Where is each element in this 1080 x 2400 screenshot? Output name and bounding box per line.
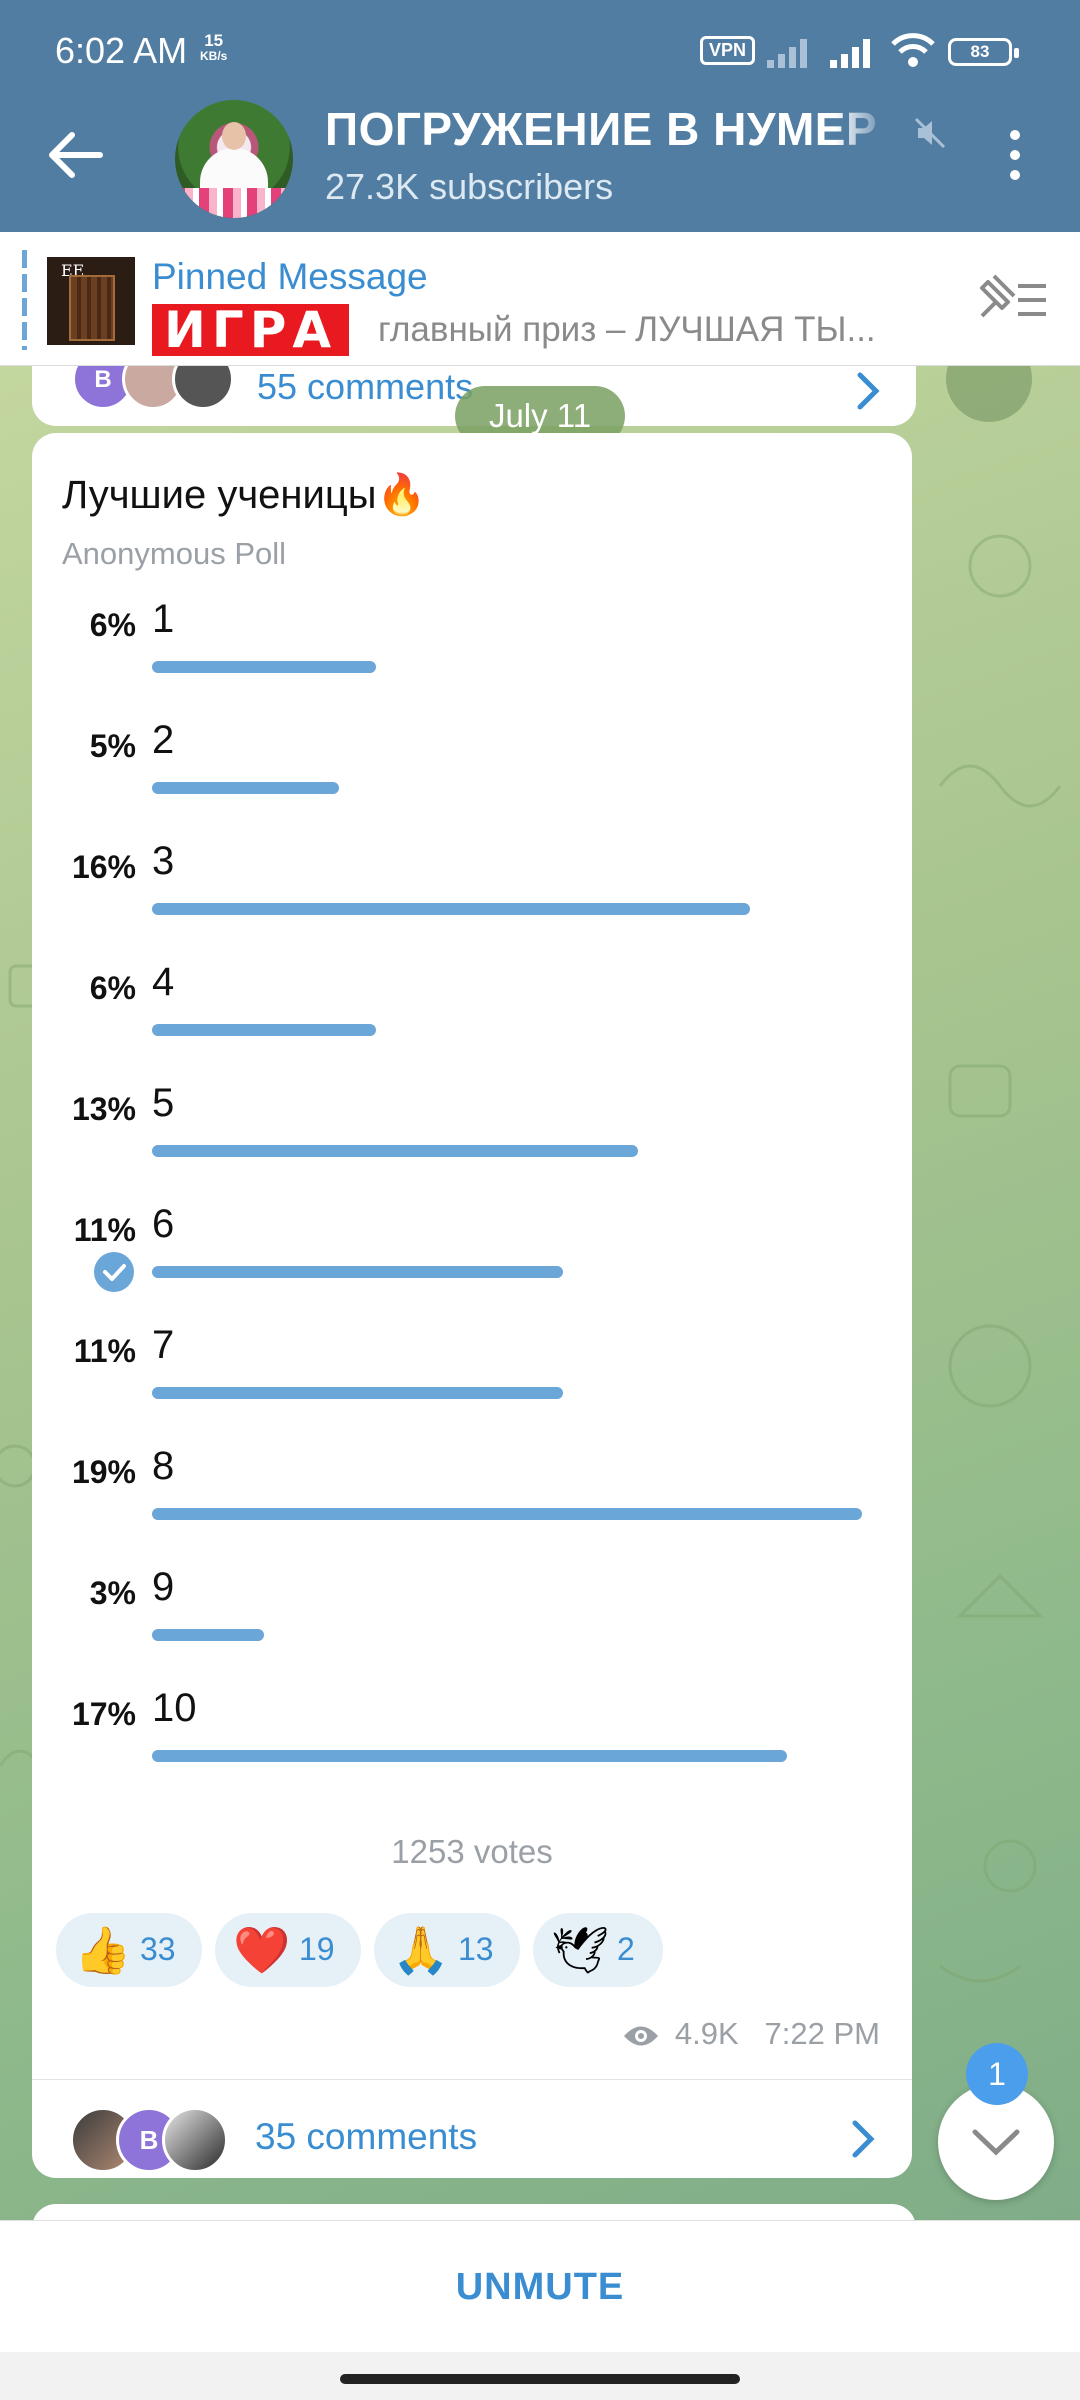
chevron-right-icon[interactable] xyxy=(850,2119,876,2159)
network-speed-value: 15 xyxy=(204,31,224,50)
poll-option-label: 9 xyxy=(152,1565,175,1609)
pinned-message-bar[interactable]: EE Pinned Message ИГРА главный приз – ЛУ… xyxy=(0,232,1080,366)
poll-option-percent: 11% xyxy=(73,1212,136,1248)
poll-option-percent: 19% xyxy=(71,1454,136,1490)
poll-option[interactable]: 13% 5 xyxy=(32,1067,912,1188)
poll-option-bar xyxy=(152,903,750,915)
poll-option-label: 1 xyxy=(152,597,175,641)
reaction-count: 33 xyxy=(140,1931,176,1967)
unread-badge: 1 xyxy=(966,2043,1028,2105)
channel-avatar[interactable] xyxy=(175,100,293,218)
reaction-count: 19 xyxy=(299,1931,335,1967)
poll-option-bar xyxy=(152,1145,638,1157)
subscriber-count: 27.3K subscribers xyxy=(325,166,614,207)
signal-icon-sim1 xyxy=(767,39,807,68)
home-indicator[interactable] xyxy=(340,2374,740,2384)
more-menu-icon[interactable] xyxy=(1000,130,1030,190)
previous-comments-link[interactable]: 55 comments xyxy=(257,366,473,408)
chosen-check-icon xyxy=(94,1252,134,1292)
poll-option-label: 10 xyxy=(152,1686,197,1730)
poll-option-percent: 5% xyxy=(89,728,136,764)
poll-option-percent: 17% xyxy=(71,1696,136,1732)
reaction-dove[interactable]: 🕊 2 xyxy=(533,1913,663,1987)
poll-question: Лучшие ученицы🔥 xyxy=(62,473,427,517)
poll-option[interactable]: 5% 2 xyxy=(32,704,912,825)
poll-option-percent: 3% xyxy=(89,1575,136,1611)
pinned-list-icon[interactable] xyxy=(974,272,1050,328)
post-time: 7:22 PM xyxy=(764,2016,880,2051)
wifi-icon xyxy=(891,33,935,67)
poll-option-percent: 11% xyxy=(73,1333,136,1369)
poll-option[interactable]: 11% 7 xyxy=(32,1309,912,1430)
poll-option-label: 5 xyxy=(152,1081,175,1125)
reaction-pray[interactable]: 🙏 13 xyxy=(374,1913,520,1987)
poll-option-label: 4 xyxy=(152,960,175,1004)
reaction-heart[interactable]: ❤️ 19 xyxy=(215,1913,361,1987)
reaction-count: 2 xyxy=(617,1931,635,1967)
commenter-avatar xyxy=(162,2107,228,2173)
poll-option[interactable]: 6% 4 xyxy=(32,946,912,1067)
poll-option-label: 2 xyxy=(152,718,175,762)
pinned-thumbnail: EE xyxy=(47,257,135,345)
poll-option-label: 6 xyxy=(152,1202,175,1246)
poll-option-bar xyxy=(152,1629,264,1641)
poll-option-bar xyxy=(152,1750,787,1762)
poll-option-label: 8 xyxy=(152,1444,175,1488)
pinned-title: Pinned Message xyxy=(152,256,428,297)
poll-option-label: 3 xyxy=(152,839,175,883)
poll-option-percent: 13% xyxy=(71,1091,136,1127)
vpn-icon: VPN xyxy=(700,36,756,65)
status-time: 6:02 AM xyxy=(55,30,188,71)
thumbs-up-icon: 👍 xyxy=(74,1924,132,1976)
signal-icon-sim2 xyxy=(830,39,870,68)
network-speed-unit: KB/s xyxy=(200,49,228,63)
poll-option-bar xyxy=(152,1508,862,1520)
poll-option[interactable]: 6% 1 xyxy=(32,583,912,704)
status-bar: 6:02 AM 15 KB/s VPN 83 xyxy=(0,0,1080,100)
pray-icon: 🙏 xyxy=(392,1924,450,1976)
bottom-bar: UNMUTE xyxy=(0,2220,1080,2352)
dove-icon: 🕊 xyxy=(551,1924,610,1976)
poll-vote-count: 1253 votes xyxy=(391,1833,553,1870)
reaction-thumbs-up[interactable]: 👍 33 xyxy=(56,1913,202,1987)
poll-type: Anonymous Poll xyxy=(62,536,287,571)
pinned-preview: главный приз – ЛУЧШАЯ ТЫ... xyxy=(378,310,876,349)
poll-option-percent: 16% xyxy=(71,849,136,885)
comments-link[interactable]: 35 comments xyxy=(255,2116,477,2158)
poll-option[interactable]: 3% 9 xyxy=(32,1551,912,1672)
commenter-avatar xyxy=(172,366,234,410)
commenter-avatars: В xyxy=(70,2107,240,2175)
network-speed: 15 KB/s xyxy=(200,32,227,63)
poll-option-bar xyxy=(152,1024,376,1036)
next-post xyxy=(32,2204,916,2220)
chevron-down-icon xyxy=(972,2129,1020,2156)
app-header: 6:02 AM 15 KB/s VPN 83 ПОГРУЖЕНИЕ В НУМЕ… xyxy=(0,0,1080,232)
poll-option[interactable]: 11% 6 xyxy=(32,1188,912,1309)
chevron-right-icon xyxy=(857,372,880,410)
battery-icon: 83 xyxy=(948,38,1019,66)
poll-option-percent: 6% xyxy=(89,970,136,1006)
poll-option[interactable]: 16% 3 xyxy=(32,825,912,946)
poll-option-bar xyxy=(152,1387,563,1399)
poll-option[interactable]: 19% 8 xyxy=(32,1430,912,1551)
poll-option-label: 7 xyxy=(152,1323,175,1367)
poll-option-bar xyxy=(152,1266,563,1278)
poll-option-percent: 6% xyxy=(89,607,136,643)
unmute-button[interactable]: UNMUTE xyxy=(0,2221,1080,2353)
reaction-count: 13 xyxy=(458,1931,494,1967)
poll-message: Лучшие ученицы🔥 Anonymous Poll 6% 1 5% 2 16%… xyxy=(32,433,912,2178)
channel-title[interactable]: ПОГРУЖЕНИЕ В НУМЕР xyxy=(325,102,915,156)
post-meta: 4.9K 7:22 PM xyxy=(622,2016,880,2052)
views-eye-icon xyxy=(624,2026,659,2046)
muted-icon xyxy=(914,117,946,149)
poll-option[interactable]: 17% 10 xyxy=(32,1672,912,1793)
pinned-highlight: ИГРА xyxy=(152,304,350,356)
chat-area[interactable]: В 55 comments July 11 Лучшие ученицы🔥 An… xyxy=(0,366,1080,2220)
view-count: 4.9K xyxy=(674,2016,739,2051)
poll-option-bar xyxy=(152,782,339,794)
heart-icon: ❤️ xyxy=(233,1924,291,1976)
system-nav-bar xyxy=(0,2352,1080,2400)
poll-option-bar xyxy=(152,661,376,673)
back-arrow-icon[interactable] xyxy=(40,125,110,185)
